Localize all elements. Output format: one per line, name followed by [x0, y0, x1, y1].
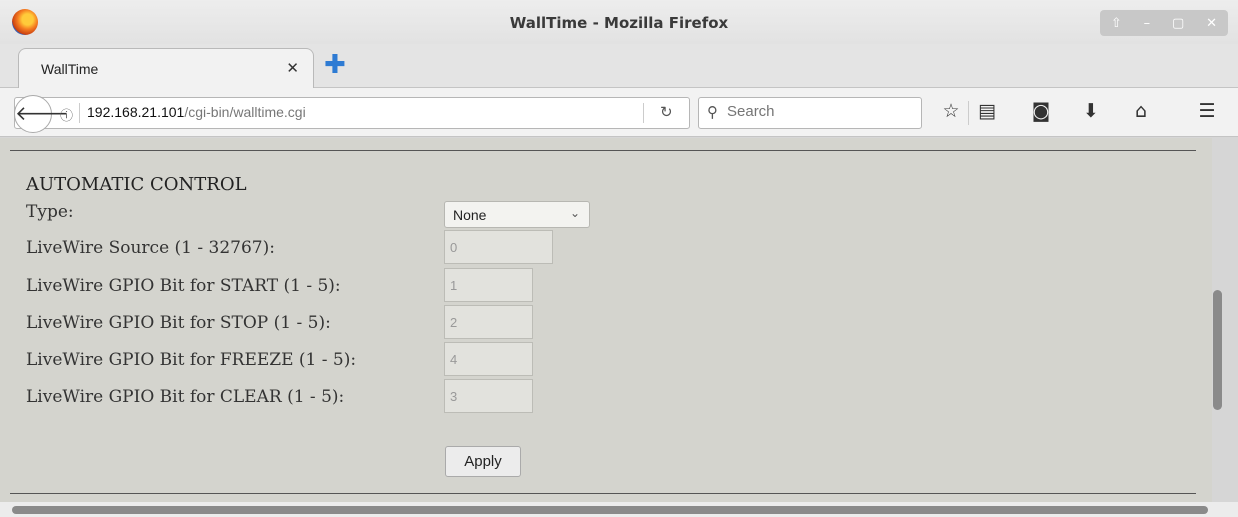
search-input[interactable] [727, 103, 907, 120]
reading-list-icon[interactable]: ▤ [974, 100, 1000, 122]
start-input[interactable]: 1 [444, 268, 533, 302]
menu-icon[interactable]: ☰ [1194, 100, 1220, 122]
maximize-window-icon[interactable]: ▢ [1172, 16, 1184, 31]
url-divider [79, 103, 80, 123]
freeze-input[interactable]: 4 [444, 342, 533, 376]
url-path: /cgi-bin/walltime.cgi [184, 104, 306, 120]
url-bar[interactable]: 🡐 ⓘ 192.168.21.101/cgi-bin/walltime.cgi … [14, 95, 690, 133]
freeze-label: LiveWire GPIO Bit for FREEZE (1 - 5): [26, 350, 357, 370]
url-text[interactable]: 192.168.21.101/cgi-bin/walltime.cgi [87, 104, 306, 120]
search-icon: ⚲ [707, 103, 718, 121]
chevron-down-icon: ⌄ [569, 206, 580, 220]
title-bar: WallTime - Mozilla Firefox ⇧ – ▢ ✕ [0, 0, 1238, 44]
info-icon[interactable]: ⓘ [60, 105, 73, 124]
close-window-icon[interactable]: ✕ [1206, 16, 1217, 31]
download-icon[interactable]: ⬇ [1078, 100, 1104, 122]
start-label: LiveWire GPIO Bit for START (1 - 5): [26, 276, 341, 296]
search-bar[interactable]: ⚲ [698, 97, 922, 129]
back-button[interactable]: 🡐 [14, 95, 69, 133]
horizontal-scroll-thumb[interactable] [12, 506, 1208, 514]
type-select-value: None [453, 207, 487, 223]
url-host: 192.168.21.101 [87, 104, 185, 120]
reload-divider [643, 103, 644, 123]
page-content: AUTOMATIC CONTROL Type: None ⌄ LiveWire … [0, 138, 1212, 502]
type-select[interactable]: None ⌄ [444, 201, 590, 228]
section-title: AUTOMATIC CONTROL [26, 174, 247, 195]
clear-input[interactable]: 3 [444, 379, 533, 413]
close-tab-icon[interactable]: ✕ [286, 59, 299, 77]
clear-label: LiveWire GPIO Bit for CLEAR (1 - 5): [26, 387, 345, 407]
vertical-scroll-thumb[interactable] [1213, 290, 1222, 410]
stop-input[interactable]: 2 [444, 305, 533, 339]
apply-button[interactable]: Apply [445, 446, 521, 477]
toolbar-divider [968, 101, 969, 125]
minimize-window-icon[interactable]: – [1144, 16, 1151, 31]
bookmark-star-icon[interactable]: ☆ [938, 100, 964, 122]
divider-top [10, 150, 1196, 151]
window-controls: ⇧ – ▢ ✕ [1100, 10, 1228, 36]
tab-walltime[interactable]: WallTime ✕ [18, 48, 314, 89]
navigation-bar: 🡐 ⓘ 192.168.21.101/cgi-bin/walltime.cgi … [0, 88, 1238, 137]
pocket-icon[interactable]: ◙ [1028, 100, 1054, 122]
new-tab-icon[interactable]: ✚ [324, 52, 346, 78]
window-title: WallTime - Mozilla Firefox [509, 14, 729, 32]
stop-label: LiveWire GPIO Bit for STOP (1 - 5): [26, 313, 331, 333]
reload-icon[interactable]: ↻ [660, 103, 673, 121]
shade-window-icon[interactable]: ⇧ [1111, 16, 1122, 31]
tab-label: WallTime [41, 61, 99, 77]
tab-bar: WallTime ✕ ✚ [0, 44, 1238, 89]
source-input[interactable]: 0 [444, 230, 553, 264]
home-icon[interactable]: ⌂ [1128, 100, 1154, 122]
divider-bottom [10, 493, 1196, 494]
type-label: Type: [26, 202, 74, 222]
source-label: LiveWire Source (1 - 32767): [26, 238, 275, 258]
